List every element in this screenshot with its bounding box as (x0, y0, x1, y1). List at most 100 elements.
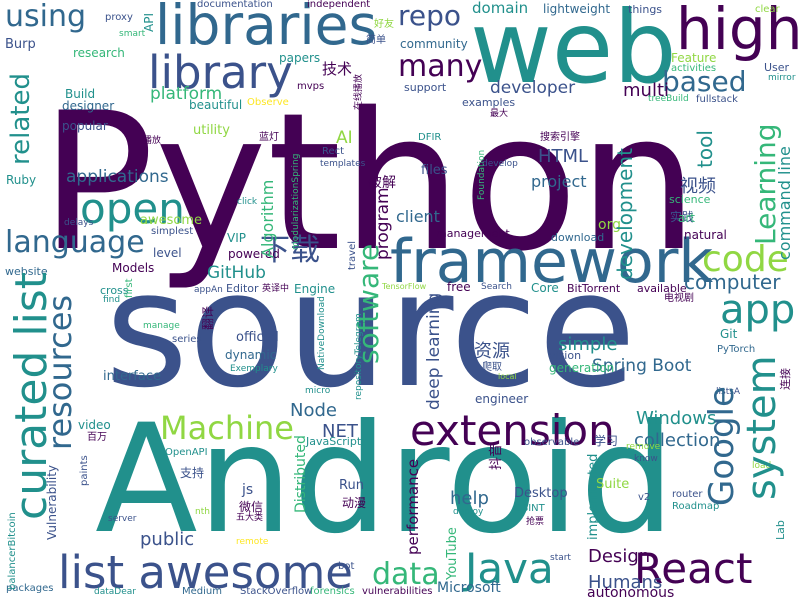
word-电视剧: 电视剧 (664, 293, 694, 304)
word-user: User (764, 61, 790, 74)
word-tool: tool (693, 130, 717, 168)
word-exemplary: Exemplary (230, 364, 278, 374)
word-computer: computer (684, 270, 781, 294)
word-templates: templates (320, 159, 366, 169)
word-api: API (142, 13, 156, 32)
word-core: Core (531, 281, 559, 295)
word-examples: examples (462, 96, 516, 109)
word-support: support (404, 81, 447, 94)
word-rect: Rect (322, 146, 345, 157)
word-management: management (436, 227, 510, 240)
word-datadear: dataDear (94, 587, 136, 597)
word-foundation: Foundation (477, 149, 487, 200)
word-资源: 资源 (474, 341, 510, 362)
word-播放: 播放 (143, 136, 162, 146)
word-app: app (720, 287, 796, 333)
word-related: related (6, 73, 36, 165)
word-vulnerability: Vulnerability (45, 464, 59, 540)
word-js: js (242, 482, 254, 498)
word-fullstack: fullstack (696, 94, 738, 105)
word-autonomous: autonomous (587, 585, 675, 600)
word-repositorytelegram: repositoryTelegram (354, 313, 364, 400)
word-system: system (739, 355, 785, 500)
word-utility: utility (193, 123, 230, 138)
word-技术: 技术 (322, 60, 353, 78)
word-vip: VIP (227, 231, 246, 245)
word-know: know (634, 454, 658, 464)
word-treebuild: treeBuild (648, 94, 689, 104)
word-dynamic: dynamic (225, 348, 277, 362)
word-抢票: 抢票 (526, 517, 545, 527)
word-openapi: OpenAPI (165, 447, 208, 458)
word-things: things (628, 3, 663, 16)
word-五大类: 五大类 (236, 513, 264, 523)
word-proxy: proxy (105, 12, 133, 23)
word-lightweight: lightweight (543, 2, 611, 16)
word-forensics: forensics (310, 586, 355, 597)
word-mirror: mirror (768, 73, 796, 83)
word-command-line: command line (775, 146, 794, 260)
word-implemented: implemented (586, 453, 601, 540)
word-official: official (236, 330, 279, 345)
word-youtube: YouTube (445, 527, 460, 580)
word-micro: micro (305, 386, 331, 396)
word-public: public (140, 529, 195, 550)
word-find: find (103, 295, 121, 305)
word-run: Run (339, 478, 364, 493)
word-design: Design (588, 546, 651, 567)
word-activities: activities (671, 63, 717, 74)
word-蓝灯: 蓝灯 (259, 132, 279, 143)
word-动漫: 动漫 (342, 496, 367, 510)
word-video: video (78, 418, 111, 432)
word-最大: 最大 (490, 109, 509, 119)
word-start: start (550, 553, 571, 563)
word-deploy: deploy (453, 507, 484, 517)
word-free: free (447, 280, 471, 294)
word-machine: Machine (160, 409, 294, 447)
word-balancerbitcoin: balancerBitcoin (7, 512, 18, 590)
word-v2: v2 (638, 492, 651, 503)
word-developer: developer (490, 78, 576, 98)
word-distributed: Distributed (293, 435, 309, 513)
word-art: art (678, 211, 695, 225)
word-first: first (124, 278, 135, 298)
word-research: research (73, 46, 125, 60)
word-nth: nth (195, 507, 210, 517)
word-development: development (613, 148, 637, 280)
word-github: GitHub (207, 263, 266, 283)
word-javascript: JavaScript (306, 435, 362, 448)
word-deep-learning: deep learning (424, 292, 444, 410)
word-server: server (108, 514, 137, 524)
word-支持: 支持 (180, 466, 205, 480)
word-clear: clear (755, 4, 780, 15)
word-好友: 好友 (374, 19, 394, 30)
word-models: Models (112, 261, 155, 275)
word-appan: appAn (194, 285, 223, 295)
word-generation: generation (549, 361, 615, 375)
word-engineer: engineer (475, 392, 529, 406)
word-language: language (5, 225, 145, 260)
word-search: Search (481, 282, 512, 292)
word-英译中: 英译中 (262, 284, 290, 294)
word-papers: papers (279, 51, 321, 65)
word-desktop: Desktop (514, 486, 568, 501)
word-git: Git (720, 327, 738, 341)
word-在线播放: 在线播放 (354, 73, 364, 110)
word-observable: observable (524, 437, 580, 448)
word-develop: develop (482, 159, 518, 169)
word-medium: Medium (182, 586, 222, 597)
word-google: Google (702, 386, 742, 506)
word-beautiful: beautiful (189, 98, 243, 112)
word-click: click (237, 197, 258, 207)
word-paints: paints (79, 455, 90, 486)
word-designer: designer (62, 99, 115, 113)
word-using: using (5, 0, 87, 34)
word-travel: travel (347, 240, 358, 270)
word-翻译: 翻译 (201, 305, 215, 330)
word-download: download (551, 231, 605, 244)
word-interface: interface (103, 369, 161, 384)
word-domain: domain (472, 0, 529, 17)
word-editor: Editor (226, 282, 259, 295)
word-ai: AI (336, 128, 353, 148)
word-resources: resources (41, 294, 79, 450)
